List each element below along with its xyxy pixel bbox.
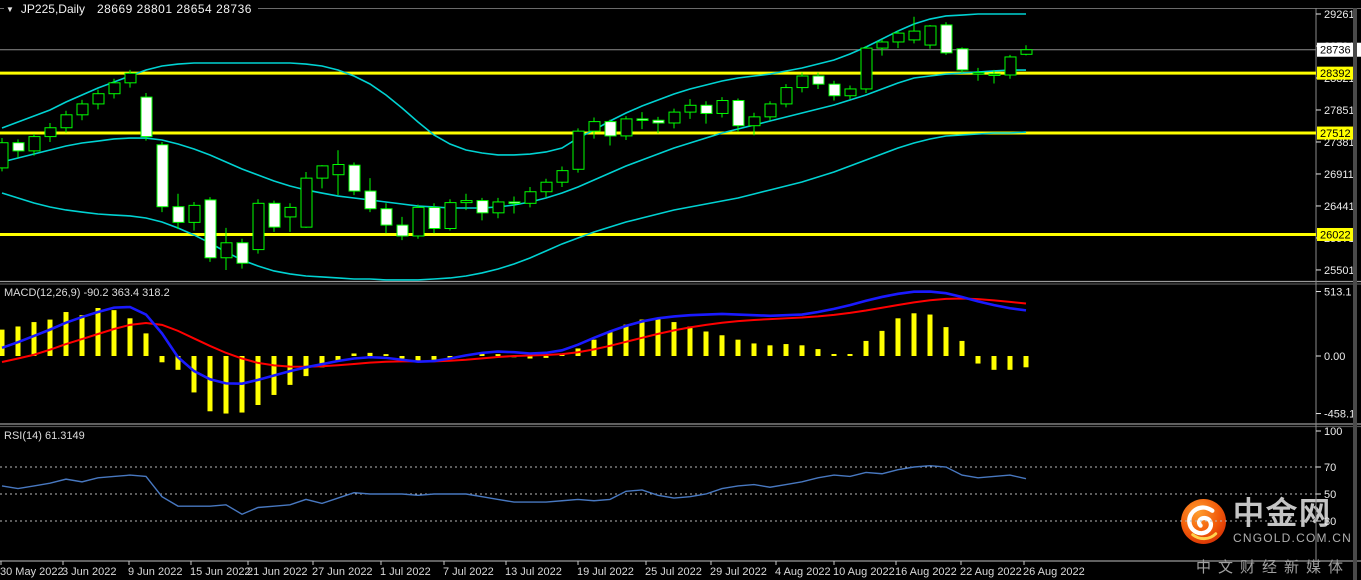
svg-text:4 Aug 2022: 4 Aug 2022 bbox=[775, 566, 831, 578]
svg-text:28736: 28736 bbox=[1320, 45, 1351, 57]
svg-text:-458.1: -458.1 bbox=[1324, 409, 1355, 421]
svg-text:100: 100 bbox=[1324, 426, 1342, 438]
svg-text:27 Jun 2022: 27 Jun 2022 bbox=[312, 566, 373, 578]
svg-text:26 Aug 2022: 26 Aug 2022 bbox=[1023, 566, 1085, 578]
svg-text:29 Jul 2022: 29 Jul 2022 bbox=[710, 566, 767, 578]
chevron-down-icon[interactable]: ▼ bbox=[6, 5, 14, 14]
svg-text:15 Jun 2022: 15 Jun 2022 bbox=[190, 566, 251, 578]
svg-text:0.00: 0.00 bbox=[1324, 351, 1345, 363]
svg-text:29261: 29261 bbox=[1324, 9, 1355, 21]
svg-text:21 Jun 2022: 21 Jun 2022 bbox=[247, 566, 308, 578]
svg-text:26441: 26441 bbox=[1324, 201, 1355, 213]
mt4-chart-window: { "header": { "dropdown_glyph": "▼", "sy… bbox=[0, 0, 1361, 580]
svg-text:30 May 2022: 30 May 2022 bbox=[0, 566, 64, 578]
svg-text:27851: 27851 bbox=[1324, 105, 1355, 117]
svg-text:27512: 27512 bbox=[1320, 128, 1351, 140]
svg-text:3 Jun 2022: 3 Jun 2022 bbox=[62, 566, 116, 578]
chart-header: ▼ JP225,Daily 28669 28801 28654 28736 bbox=[4, 1, 258, 17]
svg-text:7 Jul 2022: 7 Jul 2022 bbox=[443, 566, 494, 578]
window-scrollbar[interactable] bbox=[1353, 8, 1357, 580]
svg-text:19 Jul 2022: 19 Jul 2022 bbox=[577, 566, 634, 578]
svg-text:25 Jul 2022: 25 Jul 2022 bbox=[645, 566, 702, 578]
svg-text:50: 50 bbox=[1324, 489, 1336, 501]
svg-text:9 Jun 2022: 9 Jun 2022 bbox=[128, 566, 182, 578]
ohlc-values: 28669 28801 28654 28736 bbox=[96, 2, 252, 16]
svg-text:28392: 28392 bbox=[1320, 68, 1351, 80]
svg-text:70: 70 bbox=[1324, 462, 1336, 474]
svg-text:1 Jul 2022: 1 Jul 2022 bbox=[380, 566, 431, 578]
macd-indicator-label: MACD(12,26,9) -90.2 363.4 318.2 bbox=[4, 287, 170, 299]
svg-text:13 Jul 2022: 13 Jul 2022 bbox=[505, 566, 562, 578]
svg-text:25501: 25501 bbox=[1324, 265, 1355, 277]
svg-text:26022: 26022 bbox=[1320, 229, 1351, 241]
svg-text:30: 30 bbox=[1324, 516, 1336, 528]
svg-text:513.1: 513.1 bbox=[1324, 287, 1352, 299]
rsi-indicator-label: RSI(14) 61.3149 bbox=[4, 430, 85, 442]
svg-text:16 Aug 2022: 16 Aug 2022 bbox=[895, 566, 957, 578]
svg-text:26911: 26911 bbox=[1324, 169, 1354, 181]
svg-text:22 Aug 2022: 22 Aug 2022 bbox=[960, 566, 1022, 578]
svg-text:10 Aug 2022: 10 Aug 2022 bbox=[833, 566, 895, 578]
chart-canvas[interactable]: 2926128791283212785127381269112644125971… bbox=[0, 0, 1361, 580]
symbol-period-label: JP225,Daily bbox=[20, 2, 85, 16]
